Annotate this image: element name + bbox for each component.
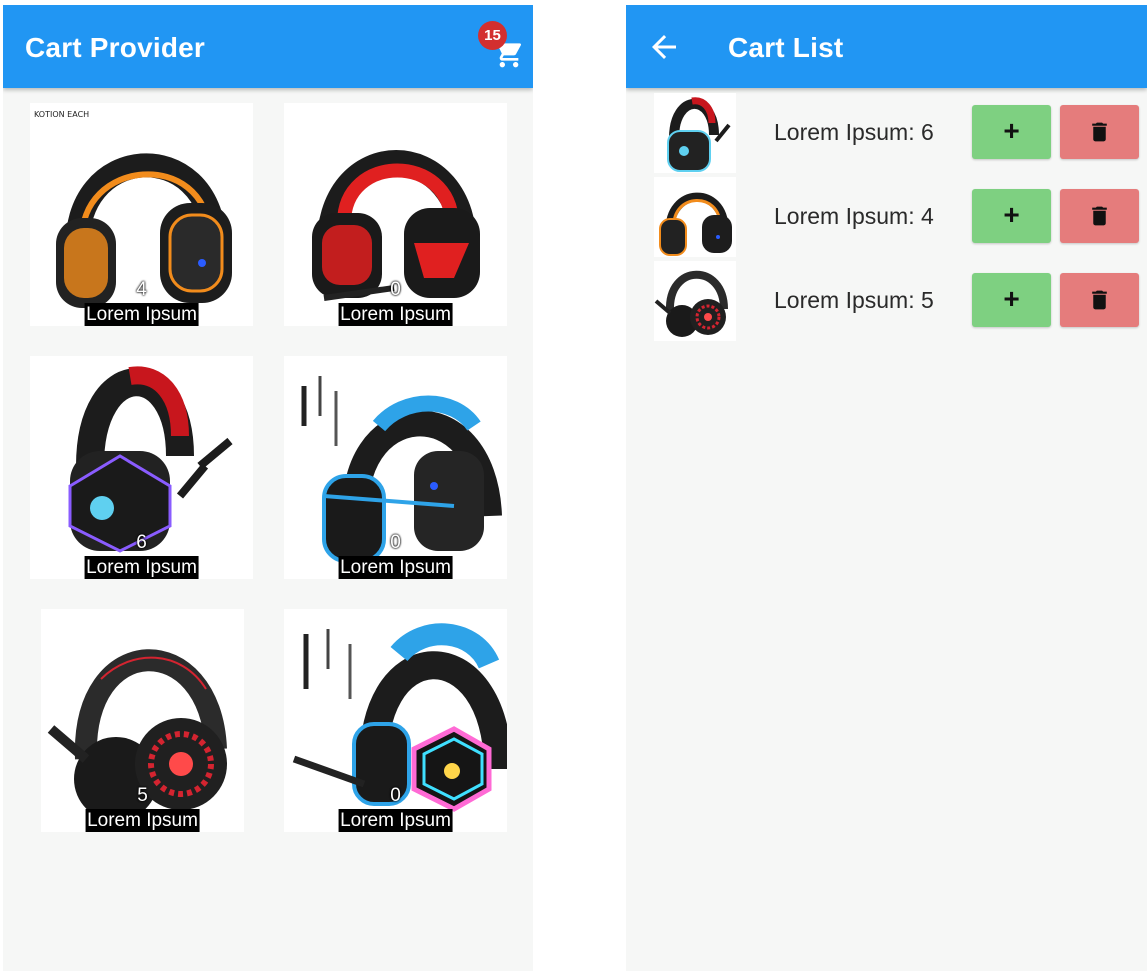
cart-list-item: Lorem Ipsum: 4 + bbox=[626, 175, 1147, 259]
cart-item-text: Lorem Ipsum: 6 bbox=[774, 119, 934, 145]
app-bar: Cart Provider 15 bbox=[3, 5, 533, 88]
add-button-label: + bbox=[1003, 283, 1020, 314]
arrow-back-icon[interactable] bbox=[646, 29, 682, 65]
headphones-icon bbox=[654, 93, 736, 173]
product-tile[interactable]: 0 Lorem Ipsum bbox=[284, 103, 507, 326]
product-count: 6 bbox=[136, 532, 147, 553]
add-button[interactable]: + bbox=[972, 273, 1051, 327]
product-tile[interactable]: 5 Lorem Ipsum bbox=[41, 609, 244, 832]
product-tile[interactable]: KOTION EACH 4 Lorem Ipsum bbox=[30, 103, 253, 326]
cart-list-screen: Cart List Lorem Ipsum: 6 + Lorem Ipsum: … bbox=[626, 5, 1147, 971]
svg-text:KOTION EACH: KOTION EACH bbox=[34, 110, 89, 119]
product-label: Lorem Ipsum bbox=[338, 303, 453, 326]
headphones-icon bbox=[654, 177, 736, 257]
cart-provider-screen: Cart Provider 15 KOTION EACH 4 Lorem Ips… bbox=[3, 5, 533, 971]
app-bar: Cart List bbox=[626, 5, 1147, 88]
delete-button[interactable] bbox=[1060, 105, 1139, 159]
cart-list-item: Lorem Ipsum: 5 + bbox=[626, 259, 1147, 343]
cart-count-badge: 15 bbox=[478, 21, 507, 50]
product-count: 0 bbox=[390, 279, 401, 300]
product-tile[interactable]: 0 Lorem Ipsum bbox=[284, 609, 507, 832]
cart-item-text: Lorem Ipsum: 4 bbox=[774, 203, 934, 229]
headphones-icon bbox=[654, 261, 736, 341]
cart-list-item: Lorem Ipsum: 6 + bbox=[626, 91, 1147, 175]
app-bar-title: Cart Provider bbox=[25, 32, 205, 63]
product-count: 4 bbox=[136, 279, 147, 300]
product-tile[interactable]: 6 Lorem Ipsum bbox=[30, 356, 253, 579]
product-tile[interactable]: 0 Lorem Ipsum bbox=[284, 356, 507, 579]
delete-button[interactable] bbox=[1060, 273, 1139, 327]
product-count: 0 bbox=[390, 785, 401, 806]
delete-button[interactable] bbox=[1060, 189, 1139, 243]
add-button-label: + bbox=[1003, 199, 1020, 230]
product-label: Lorem Ipsum bbox=[338, 809, 453, 832]
product-label: Lorem Ipsum bbox=[84, 303, 199, 326]
product-label: Lorem Ipsum bbox=[84, 556, 199, 579]
cart-item-text: Lorem Ipsum: 5 bbox=[774, 287, 934, 313]
product-label: Lorem Ipsum bbox=[338, 556, 453, 579]
product-count: 0 bbox=[390, 532, 401, 553]
add-button[interactable]: + bbox=[972, 189, 1051, 243]
trash-icon bbox=[1092, 290, 1107, 310]
app-bar-title: Cart List bbox=[728, 32, 844, 63]
trash-icon bbox=[1092, 122, 1107, 142]
add-button-label: + bbox=[1003, 115, 1020, 146]
product-label: Lorem Ipsum bbox=[85, 809, 200, 832]
trash-icon bbox=[1092, 206, 1107, 226]
product-count: 5 bbox=[137, 785, 148, 806]
add-button[interactable]: + bbox=[972, 105, 1051, 159]
